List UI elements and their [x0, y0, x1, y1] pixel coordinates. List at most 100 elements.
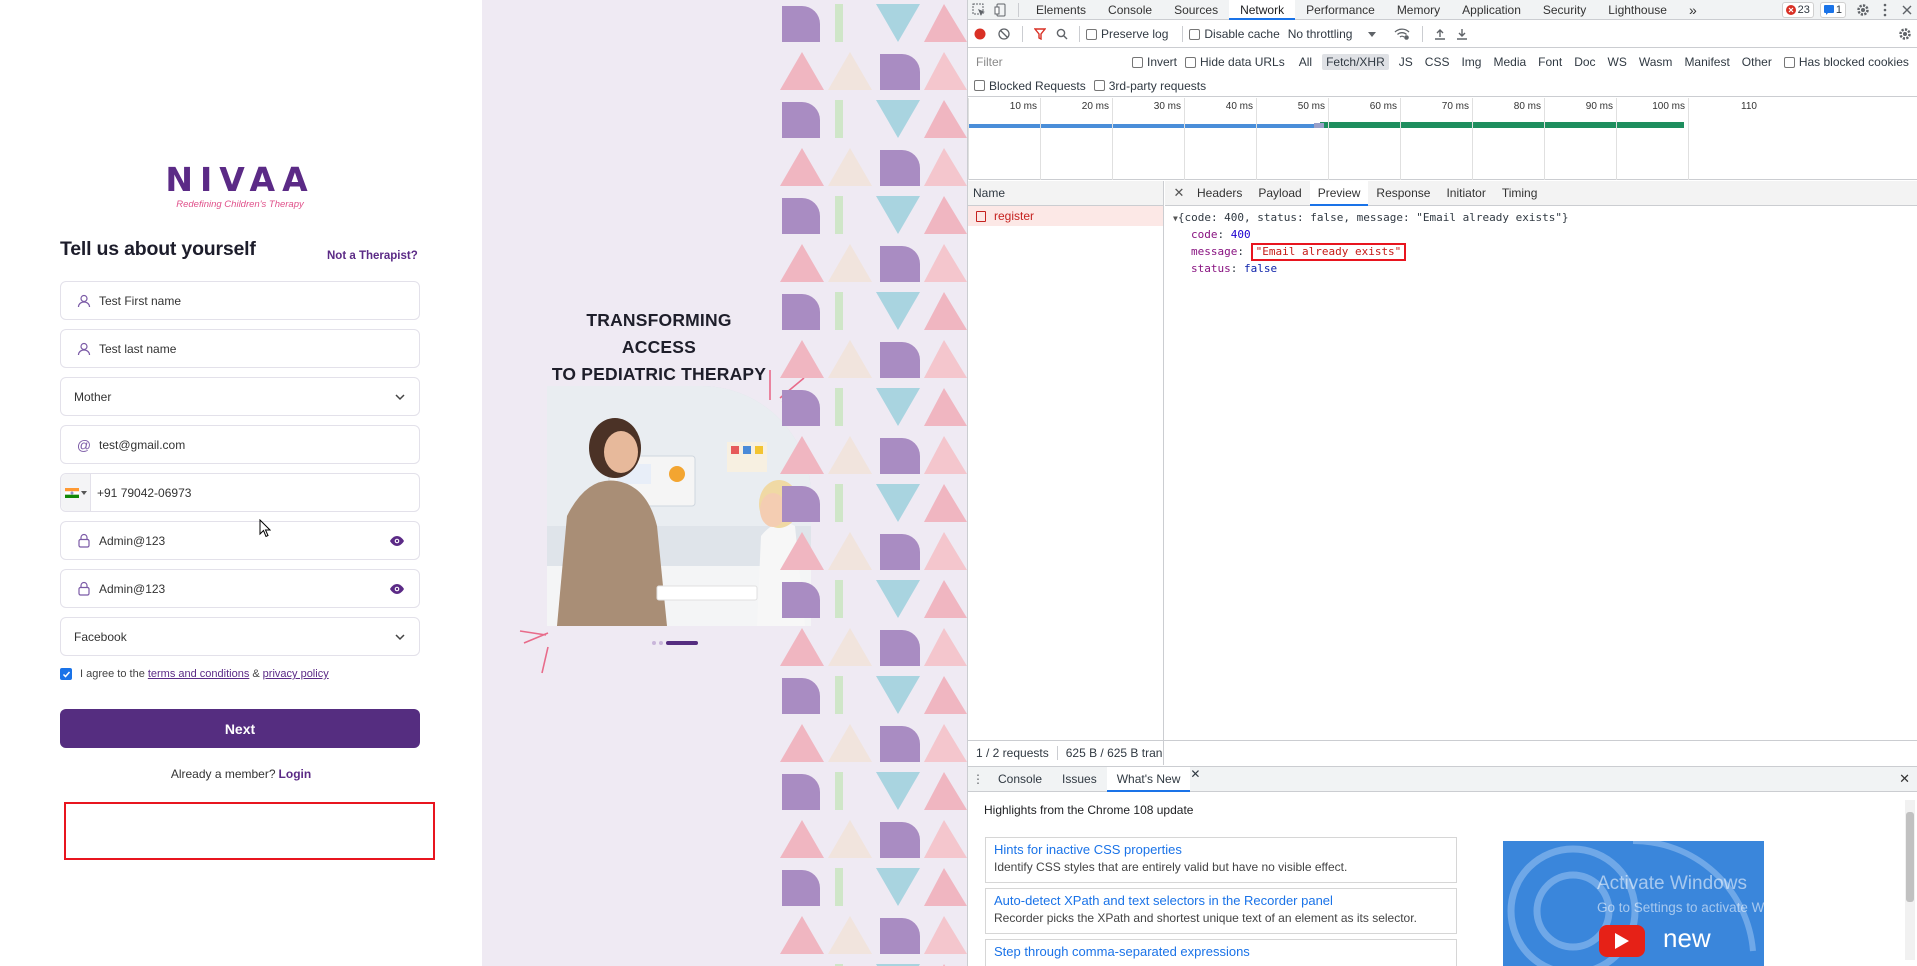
- not-therapist-link[interactable]: Not a Therapist?: [327, 250, 418, 262]
- disable-cache-checkbox[interactable]: Disable cache: [1189, 27, 1280, 41]
- close-drawer-icon[interactable]: ✕: [1899, 771, 1910, 787]
- kebab-menu-icon[interactable]: [1874, 0, 1896, 20]
- preview-summary: {code: 400, status: false, message: "Ema…: [1177, 211, 1569, 224]
- request-list-header[interactable]: Name: [968, 181, 1163, 206]
- type-filter-media[interactable]: Media: [1491, 54, 1528, 70]
- devtools-tab-security[interactable]: Security: [1532, 0, 1597, 20]
- blocked-requests-checkbox[interactable]: Blocked Requests: [974, 79, 1086, 93]
- json-key: code: [1191, 228, 1218, 241]
- type-filter-fetch-xhr[interactable]: Fetch/XHR: [1322, 54, 1389, 70]
- type-filter-font[interactable]: Font: [1536, 54, 1564, 70]
- detail-tab-headers[interactable]: Headers: [1189, 181, 1250, 206]
- preserve-log-checkbox[interactable]: Preserve log: [1086, 27, 1168, 41]
- settings-gear-icon[interactable]: [1852, 0, 1874, 20]
- country-code-selector[interactable]: [61, 474, 91, 511]
- detail-tab-preview[interactable]: Preview: [1309, 180, 1369, 206]
- login-link[interactable]: Login: [279, 767, 312, 781]
- privacy-link[interactable]: privacy policy: [263, 668, 329, 680]
- type-filter-manifest[interactable]: Manifest: [1682, 54, 1731, 70]
- drawer-tab-what-s-new[interactable]: What's New: [1106, 766, 1191, 792]
- device-toolbar-icon[interactable]: [990, 0, 1012, 20]
- phone-field[interactable]: +91 79042-06973: [60, 473, 420, 512]
- drawer-scrollbar[interactable]: [1905, 800, 1915, 960]
- more-tabs-button[interactable]: »: [1678, 0, 1708, 20]
- type-filter-js[interactable]: JS: [1397, 54, 1415, 70]
- invert-label: Invert: [1147, 55, 1178, 69]
- network-overview-timeline[interactable]: 10 ms 20 ms 30 ms 40 ms 50 ms 60 ms 70 ms 80 ms…: [968, 98, 1917, 180]
- network-conditions-icon[interactable]: [1388, 28, 1416, 40]
- error-count-badge[interactable]: 23: [1781, 2, 1814, 18]
- invert-checkbox[interactable]: Invert: [1132, 55, 1177, 69]
- request-row[interactable]: register: [968, 206, 1163, 226]
- pattern-shape: [924, 340, 967, 378]
- filter-input[interactable]: Filter: [972, 52, 1132, 72]
- youtube-play-icon[interactable]: [1599, 925, 1645, 957]
- carousel-dot[interactable]: [652, 641, 656, 645]
- devtools-tab-memory[interactable]: Memory: [1386, 0, 1451, 20]
- type-filter-img[interactable]: Img: [1459, 54, 1483, 70]
- eye-icon[interactable]: [389, 581, 405, 597]
- export-har-icon[interactable]: [1451, 28, 1473, 40]
- type-filter-css[interactable]: CSS: [1423, 54, 1452, 70]
- close-tab-icon[interactable]: ✕: [1190, 767, 1200, 792]
- terms-checkbox[interactable]: [60, 668, 72, 680]
- has-blocked-cookies-checkbox[interactable]: Has blocked cookies: [1783, 55, 1909, 69]
- inspect-element-icon[interactable]: [968, 0, 990, 20]
- devtools-tab-performance[interactable]: Performance: [1295, 0, 1386, 20]
- clear-icon[interactable]: [992, 28, 1016, 40]
- devtools-tab-network[interactable]: Network: [1229, 0, 1296, 20]
- search-icon[interactable]: [1051, 28, 1073, 40]
- confirm-password-field[interactable]: Admin@123: [60, 569, 420, 608]
- type-filter-ws[interactable]: WS: [1606, 54, 1629, 70]
- terms-link[interactable]: terms and conditions: [148, 668, 250, 680]
- drawer-tab-issues[interactable]: Issues: [1052, 767, 1107, 792]
- pattern-shape: [828, 916, 872, 954]
- carousel-dot-active[interactable]: [666, 641, 698, 645]
- drawer-tab-console[interactable]: Console: [988, 767, 1052, 792]
- pattern-shape: [876, 772, 920, 810]
- password-field[interactable]: Admin@123: [60, 521, 420, 560]
- drawer-tab-bar: ⋮ Console Issues What's New ✕ ✕: [968, 766, 1917, 792]
- timeline-tick: 100 ms: [1616, 98, 1688, 180]
- type-filter-doc[interactable]: Doc: [1572, 54, 1597, 70]
- type-filter-other[interactable]: Other: [1740, 54, 1774, 70]
- type-filter-wasm[interactable]: Wasm: [1637, 54, 1675, 70]
- last-name-field[interactable]: Test last name: [60, 329, 420, 368]
- pattern-shape: [780, 340, 824, 378]
- type-filter-all[interactable]: All: [1297, 54, 1314, 70]
- devtools-tab-lighthouse[interactable]: Lighthouse: [1597, 0, 1678, 20]
- email-field[interactable]: @ test@gmail.com: [60, 425, 420, 464]
- eye-icon[interactable]: [389, 533, 405, 549]
- filter-icon[interactable]: [1029, 28, 1051, 40]
- first-name-field[interactable]: Test First name: [60, 281, 420, 320]
- carousel-dot[interactable]: [659, 641, 663, 645]
- whats-new-card[interactable]: Step through comma-separated expressions: [985, 939, 1457, 966]
- json-string: "Email already exists": [1255, 245, 1402, 258]
- close-detail-icon[interactable]: ✕: [1169, 185, 1189, 201]
- devtools-tab-elements[interactable]: Elements: [1025, 0, 1097, 20]
- devtools-tab-application[interactable]: Application: [1451, 0, 1532, 20]
- hide-data-urls-checkbox[interactable]: Hide data URLs: [1185, 55, 1285, 69]
- source-select[interactable]: Facebook: [60, 617, 420, 656]
- drawer-menu-icon[interactable]: ⋮: [968, 772, 988, 786]
- preview-summary-row[interactable]: ▼{code: 400, status: false, message: "Em…: [1173, 210, 1917, 227]
- third-party-checkbox[interactable]: 3rd-party requests: [1093, 79, 1206, 93]
- devtools-tab-console[interactable]: Console: [1097, 0, 1163, 20]
- whats-new-card[interactable]: Hints for inactive CSS properties Identi…: [985, 837, 1457, 883]
- next-button[interactable]: Next: [60, 709, 420, 748]
- detail-tab-timing[interactable]: Timing: [1494, 181, 1546, 206]
- throttling-select[interactable]: No throttling: [1288, 27, 1377, 41]
- network-settings-icon[interactable]: [1898, 27, 1912, 41]
- record-icon[interactable]: [968, 28, 992, 40]
- scrollbar-thumb[interactable]: [1906, 812, 1914, 902]
- detail-tab-initiator[interactable]: Initiator: [1438, 181, 1493, 206]
- close-devtools-icon[interactable]: [1896, 0, 1917, 20]
- message-count-badge[interactable]: 1: [1819, 2, 1846, 18]
- devtools-tab-sources[interactable]: Sources: [1163, 0, 1229, 20]
- detail-tab-payload[interactable]: Payload: [1250, 181, 1309, 206]
- pattern-shape: [924, 724, 967, 762]
- relation-select[interactable]: Mother: [60, 377, 420, 416]
- whats-new-card[interactable]: Auto-detect XPath and text selectors in …: [985, 888, 1457, 934]
- detail-tab-response[interactable]: Response: [1368, 181, 1438, 206]
- import-har-icon[interactable]: [1429, 28, 1451, 40]
